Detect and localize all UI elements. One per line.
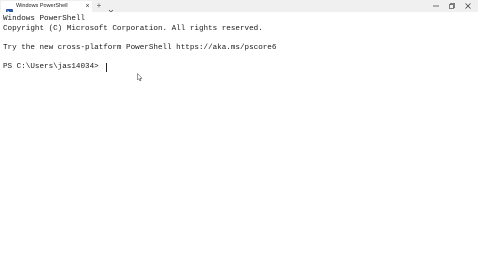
text-cursor	[106, 63, 107, 72]
maximize-icon	[449, 3, 455, 9]
console-copyright-line: Copyright (C) Microsoft Corporation. All…	[3, 25, 263, 33]
plus-icon[interactable]: +	[95, 1, 103, 11]
minimize-icon	[433, 5, 439, 7]
mouse-pointer-icon	[137, 72, 143, 82]
minimize-button[interactable]	[428, 0, 444, 12]
terminal-window: Windows PowerShell × + Windows PowerShel…	[0, 0, 478, 269]
tab-title: Windows PowerShell	[16, 3, 68, 9]
title-bar: Windows PowerShell × +	[0, 0, 478, 16]
console-header-line: Windows PowerShell	[3, 15, 86, 23]
console-hint-line: Try the new cross-platform PowerShell ht…	[3, 44, 277, 52]
close-icon	[465, 3, 471, 9]
powershell-icon	[6, 3, 13, 16]
terminal-console[interactable]: Windows PowerShell Copyright (C) Microso…	[0, 12, 478, 269]
tab-windows-powershell[interactable]: Windows PowerShell ×	[1, 1, 92, 16]
command-prompt[interactable]: PS C:\Users\jas14034>	[3, 63, 103, 72]
close-button[interactable]	[460, 0, 476, 12]
close-icon[interactable]: ×	[84, 2, 91, 11]
chevron-down-icon[interactable]	[107, 2, 115, 13]
maximize-button[interactable]	[444, 0, 460, 12]
